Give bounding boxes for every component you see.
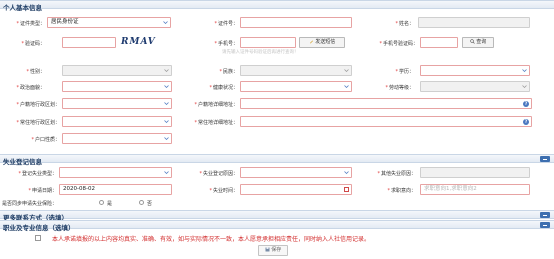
nation-label: *民族： (219, 69, 238, 75)
collapse-icon[interactable] (540, 222, 550, 228)
query-button[interactable]: 查询 (462, 37, 494, 48)
collapse-icon[interactable] (540, 156, 550, 162)
id-number-label: *证件号： (214, 21, 238, 27)
phone-label: *手机号： (214, 41, 238, 47)
captcha-input[interactable] (62, 37, 116, 48)
help-icon[interactable]: ? (523, 101, 529, 107)
reg-type-select[interactable] (59, 167, 172, 178)
commitment-text: 本人承诺填报的以上内容均真实、准确、有效，如与实际情况不一致，本人愿意承担相应责… (52, 236, 371, 243)
chevron-down-icon (522, 85, 527, 89)
insurance-no-label: 否 (147, 201, 153, 207)
name-label: *姓名： (395, 21, 414, 27)
chevron-down-icon (522, 69, 527, 73)
gender-select[interactable] (62, 65, 172, 76)
residence-address-label: *常住地详细地址： (194, 120, 238, 126)
chevron-down-icon (344, 69, 349, 73)
phone-code-label: *手机号验证码： (379, 41, 418, 47)
huji-address-input[interactable]: ? (240, 98, 532, 109)
apply-date-input[interactable]: 2020-08-02 (59, 184, 172, 195)
career-section-header[interactable]: 职业及专业信息（选填） (0, 220, 554, 232)
other-reason-input[interactable] (420, 167, 530, 178)
search-icon (469, 39, 475, 44)
phone-code-input[interactable] (420, 37, 458, 48)
phone-input[interactable] (240, 37, 296, 48)
unemployed-time-input[interactable] (240, 184, 352, 195)
personal-info-section-header[interactable]: 个人基本信息 (0, 0, 554, 12)
chevron-down-icon (163, 21, 168, 25)
insurance-no-radio[interactable] (139, 200, 144, 205)
unemployed-time-label: *失业时间： (209, 188, 238, 194)
insurance-question: 是否同步申请失业保险： (2, 201, 58, 207)
nation-select[interactable] (240, 65, 352, 76)
id-type-select[interactable]: 居民身份证 (47, 17, 171, 28)
huji-region-select[interactable] (62, 98, 172, 109)
huji-nature-label: *户口性质： (31, 137, 60, 143)
education-select[interactable] (420, 65, 530, 76)
political-label: *政治面貌： (16, 85, 45, 91)
unemployment-section-header[interactable]: 失业登记信息 (0, 154, 554, 166)
huji-nature-select[interactable] (62, 133, 172, 144)
send-sms-button[interactable]: 发送短信 (299, 37, 345, 48)
reg-type-label: *登记失业类型： (18, 171, 57, 177)
id-type-value: 居民身份证 (51, 19, 79, 25)
id-number-input[interactable] (240, 17, 352, 28)
contact-section-header[interactable]: 更多联系方式（选填） (0, 210, 554, 222)
political-select[interactable] (62, 81, 172, 92)
save-button[interactable]: 保存 (258, 245, 288, 256)
career-title: 职业及专业信息（选填） (3, 224, 75, 232)
gender-label: *性别： (26, 69, 45, 75)
chevron-down-icon (344, 85, 349, 89)
job-intent-label: *求职意向： (387, 188, 416, 194)
residence-region-label: *常住地行政区划： (16, 120, 60, 126)
captcha-label: *验证码： (21, 41, 45, 47)
personal-info-title: 个人基本信息 (3, 4, 42, 12)
chevron-down-icon (164, 120, 169, 124)
commitment-checkbox[interactable] (35, 235, 41, 241)
huji-region-label: *户籍地行政区划： (16, 102, 60, 108)
insurance-yes-radio[interactable] (99, 200, 104, 205)
health-select[interactable] (240, 81, 352, 92)
apply-date-label: *申请日期： (28, 188, 57, 194)
chevron-down-icon (164, 69, 169, 73)
chevron-down-icon (344, 171, 349, 175)
labor-level-label: *劳动等级： (385, 85, 414, 91)
insurance-yes-label: 是 (107, 201, 113, 207)
floppy-disk-icon (265, 247, 270, 252)
huji-address-label: *户籍地详细地址： (194, 102, 238, 108)
name-input[interactable] (418, 17, 530, 28)
reg-reason-label: *失业登记原因： (199, 171, 238, 177)
calendar-icon[interactable] (344, 187, 349, 192)
labor-level-select[interactable] (420, 81, 530, 92)
chevron-down-icon (164, 102, 169, 106)
captcha-image[interactable]: RMAV (121, 37, 156, 47)
id-type-label: *证件类型： (16, 21, 45, 27)
health-label: *健康状况： (209, 85, 238, 91)
other-reason-label: *其他失业原因： (377, 171, 416, 177)
chevron-down-icon (164, 85, 169, 89)
help-icon[interactable]: ? (523, 119, 529, 125)
residence-region-select[interactable] (62, 116, 172, 127)
reg-reason-select[interactable] (240, 167, 352, 178)
unemployment-title: 失业登记信息 (3, 158, 42, 166)
verify-hint: 请先输入证件号码验证后再进行查询！ (222, 50, 299, 55)
education-label: *学历： (395, 69, 414, 75)
collapse-icon[interactable] (540, 212, 550, 218)
job-intent-input[interactable]: 求职意向1,求职意向2 (420, 184, 530, 195)
chevron-down-icon (164, 171, 169, 175)
residence-address-input[interactable]: ? (240, 116, 532, 127)
chevron-down-icon (164, 137, 169, 141)
pencil-icon (309, 40, 313, 44)
